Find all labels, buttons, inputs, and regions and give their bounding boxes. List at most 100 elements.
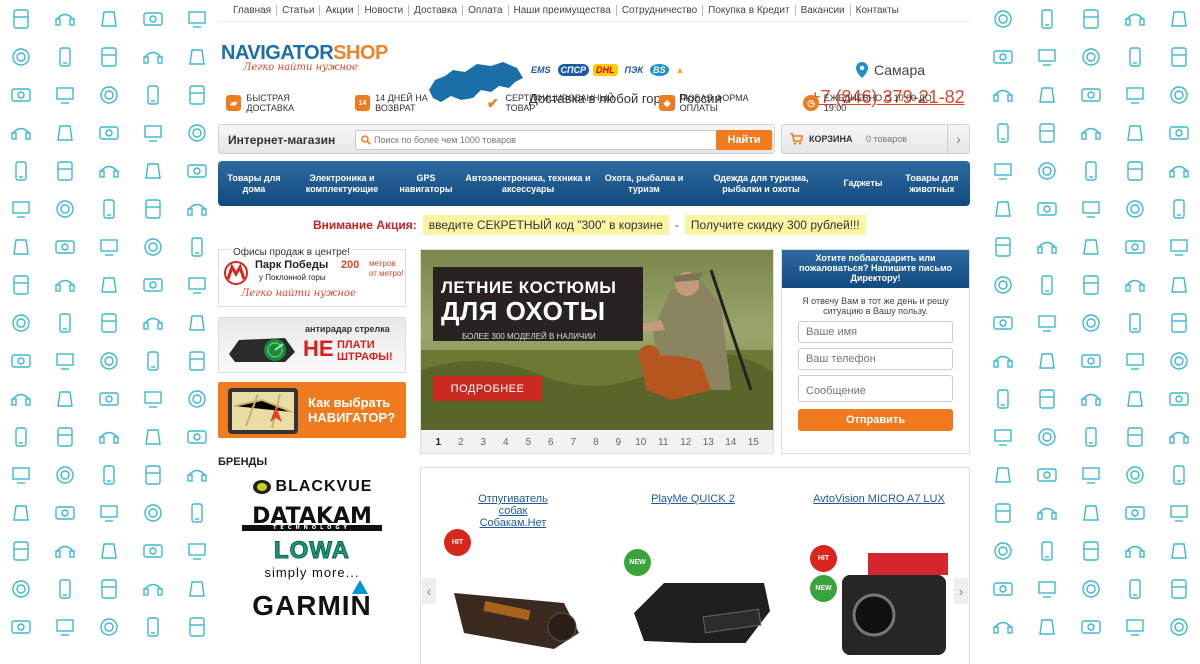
topnav-link-promotions[interactable]: Акции bbox=[320, 5, 360, 16]
feedback-message-field[interactable] bbox=[798, 375, 953, 402]
decorative-appliance-icon bbox=[10, 616, 32, 638]
pager-page[interactable]: 4 bbox=[495, 437, 518, 448]
decorative-appliance-icon bbox=[1080, 312, 1102, 334]
topnav-link-cooperation[interactable]: Сотрудничество bbox=[617, 5, 704, 16]
topnav-link-news[interactable]: Новости bbox=[359, 5, 410, 16]
feedback-send-button[interactable]: Отправить bbox=[798, 409, 953, 431]
pager-page[interactable]: 6 bbox=[540, 437, 563, 448]
decorative-appliance-icon bbox=[992, 388, 1014, 410]
topnav-link-home[interactable]: Главная bbox=[228, 5, 278, 16]
catalog-item-auto-electronics[interactable]: Автоэлектроника, техника и аксессуары bbox=[458, 161, 598, 206]
cart-widget[interactable]: КОРЗИНА 0 товаров › bbox=[781, 124, 970, 154]
decorative-appliance-icon bbox=[992, 616, 1014, 638]
hero-slide[interactable]: ЛЕТНИЕ КОСТЮМЫ ДЛЯ ОХОТЫ БОЛЕЕ 300 МОДЕЛ… bbox=[421, 250, 773, 430]
slide-more-button[interactable]: ПОДРОБНЕЕ bbox=[433, 376, 542, 401]
product-name[interactable]: Отпугиватель собак Собакам.Нет bbox=[475, 493, 551, 529]
decorative-appliance-icon bbox=[98, 160, 120, 182]
chevron-right-icon[interactable]: › bbox=[947, 125, 969, 153]
pager-page[interactable]: 11 bbox=[652, 437, 675, 448]
pager-page[interactable]: 5 bbox=[517, 437, 540, 448]
city-selector[interactable]: Самара bbox=[856, 62, 925, 78]
catalog-item-home-goods[interactable]: Товары для дома bbox=[218, 161, 290, 206]
search-button[interactable]: Найти bbox=[716, 130, 772, 150]
carousel-prev-icon[interactable]: ‹ bbox=[422, 578, 436, 604]
decorative-appliance-icon bbox=[1124, 502, 1146, 524]
decorative-appliance-icon bbox=[1080, 274, 1102, 296]
features-bar: ▰ БЫСТРАЯ ДОСТАВКА 14 14 ДНЕЙ НА ВОЗВРАТ… bbox=[226, 92, 970, 114]
logo-part-shop: SHOP bbox=[333, 42, 388, 64]
site-logo[interactable]: NAVIGATORSHOP Легко найти нужное bbox=[221, 42, 388, 73]
decorative-appliance-icon bbox=[54, 8, 76, 30]
pager-page[interactable]: 2 bbox=[450, 437, 473, 448]
decorative-appliance-icon bbox=[142, 578, 164, 600]
search-field[interactable]: Найти bbox=[355, 130, 772, 150]
decorative-appliance-icon bbox=[1036, 426, 1058, 448]
radar-detector-image bbox=[229, 338, 295, 362]
decorative-appliance-icon bbox=[1080, 84, 1102, 106]
decorative-appliance-icon bbox=[992, 426, 1014, 448]
catalog-item-gadgets[interactable]: Гаджеты bbox=[832, 161, 894, 206]
pager-page[interactable]: 10 bbox=[630, 437, 653, 448]
pager-page[interactable]: 12 bbox=[675, 437, 698, 448]
decorative-appliance-icon bbox=[98, 236, 120, 258]
decorative-appliance-icon bbox=[992, 198, 1014, 220]
feedback-phone-field[interactable] bbox=[798, 348, 953, 370]
decorative-appliance-icon bbox=[54, 616, 76, 638]
decorative-appliance-icon bbox=[98, 8, 120, 30]
decorative-appliance-icon bbox=[186, 198, 208, 220]
topnav-link-advantages[interactable]: Наши преимущества bbox=[509, 5, 617, 16]
catalog-item-hunting-fishing[interactable]: Охота, рыбалка и туризм bbox=[598, 161, 690, 206]
topnav-link-articles[interactable]: Статьи bbox=[277, 5, 321, 16]
decorative-appliance-icon bbox=[54, 84, 76, 106]
blackvue-logo-icon bbox=[252, 480, 271, 494]
pager-page[interactable]: 14 bbox=[720, 437, 743, 448]
decorative-appliance-icon bbox=[992, 8, 1014, 30]
product-name[interactable]: PlayMe QUICK 2 bbox=[618, 493, 768, 505]
decorative-appliance-icon bbox=[142, 426, 164, 448]
carrier-triangle: ▲ bbox=[675, 65, 685, 75]
topnav-link-vacancies[interactable]: Вакансии bbox=[796, 5, 851, 16]
topnav-link-credit[interactable]: Покупка в Кредит bbox=[703, 5, 796, 16]
decorative-appliance-icon bbox=[1080, 350, 1102, 372]
pager-page[interactable]: 8 bbox=[585, 437, 608, 448]
product-name[interactable]: AvtoVision MICRO A7 LUX bbox=[804, 493, 954, 505]
pager-page[interactable]: 13 bbox=[697, 437, 720, 448]
decorative-appliance-icon bbox=[98, 616, 120, 638]
decorative-appliance-icon bbox=[1124, 160, 1146, 182]
pager-page[interactable]: 1 bbox=[427, 437, 450, 448]
catalog-item-gps[interactable]: GPS навигаторы bbox=[394, 161, 458, 206]
pager-page[interactable]: 3 bbox=[472, 437, 495, 448]
decorative-appliance-icon bbox=[98, 46, 120, 68]
office-distance: 200 bbox=[341, 259, 360, 271]
truck-icon: ▰ bbox=[226, 95, 242, 111]
brand-datakam[interactable]: DATAKAM TECHNOLOGY bbox=[218, 504, 406, 531]
topnav-link-contacts[interactable]: Контакты bbox=[851, 5, 904, 16]
product-card[interactable]: PlayMe QUICK 2 NEW bbox=[618, 493, 770, 643]
catalog-item-clothing[interactable]: Одежда для туризма, рыбалки и охоты bbox=[690, 161, 832, 206]
brand-lowa[interactable]: LOWA bbox=[218, 537, 406, 565]
office-banner[interactable]: Офисы продаж в центре! Парк Победы у Пок… bbox=[218, 247, 406, 307]
catalog-item-pets[interactable]: Товары для животных bbox=[894, 161, 970, 206]
topnav-link-payment[interactable]: Оплата bbox=[463, 5, 509, 16]
pager-page[interactable]: 9 bbox=[607, 437, 630, 448]
decorative-appliance-icon bbox=[992, 122, 1014, 144]
carrier-spsr: СПСР bbox=[557, 64, 589, 76]
pager-page[interactable]: 15 bbox=[742, 437, 765, 448]
search-input[interactable] bbox=[374, 135, 771, 145]
decorative-appliance-icon bbox=[10, 122, 32, 144]
product-card[interactable]: AvtoVision MICRO A7 LUX HIT NEW bbox=[804, 493, 954, 655]
catalog-item-electronics[interactable]: Электроника и комплектующие bbox=[290, 161, 394, 206]
product-card[interactable]: Отпугиватель собак Собакам.Нет HIT bbox=[438, 493, 588, 649]
brand-garmin[interactable]: GARMIN bbox=[218, 580, 406, 622]
brand-blackvue[interactable]: BLACKVUE bbox=[218, 478, 406, 496]
topnav-link-delivery[interactable]: Доставка bbox=[409, 5, 464, 16]
cart-icon bbox=[790, 133, 803, 145]
navigator-choice-banner[interactable]: Как выбрать НАВИГАТОР? bbox=[218, 382, 406, 438]
feedback-name-field[interactable] bbox=[798, 321, 953, 343]
carousel-next-icon[interactable]: › bbox=[954, 578, 968, 604]
decorative-appliance-icon bbox=[1124, 578, 1146, 600]
pager-page[interactable]: 7 bbox=[562, 437, 585, 448]
product-image bbox=[842, 553, 948, 655]
radar-detector-banner[interactable]: антирадар стрелка НЕ ПЛАТИ ШТРАФЫ! bbox=[218, 317, 406, 373]
decorative-appliance-icon bbox=[1124, 84, 1146, 106]
